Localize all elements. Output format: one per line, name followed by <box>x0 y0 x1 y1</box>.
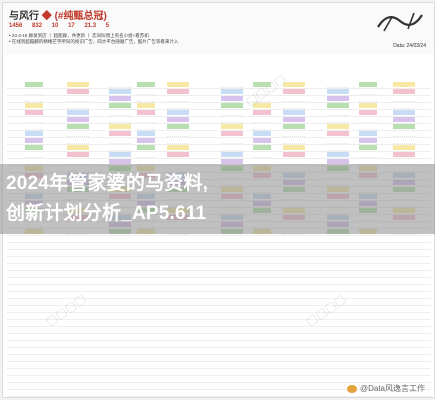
table-cell <box>327 124 349 129</box>
stats-row: 1456 832 10 17 21.3 5 <box>9 23 117 29</box>
table-cell <box>25 145 43 150</box>
table-cell <box>253 110 271 115</box>
table-cell <box>283 124 305 129</box>
table-cell <box>327 89 349 94</box>
table-cell <box>137 110 155 115</box>
title-badge: (#纯甄总冠) <box>54 11 107 22</box>
brand-logo-icon <box>377 12 423 32</box>
table-cell <box>109 124 131 129</box>
table-cell <box>109 131 131 136</box>
table-cell <box>167 82 189 87</box>
stat-4: 17 <box>68 23 75 29</box>
table-cell <box>167 89 189 94</box>
table-cell <box>359 110 377 115</box>
table-cell <box>221 89 243 94</box>
stat-1: 1456 <box>9 23 23 29</box>
table-cell <box>283 110 305 115</box>
table-cell <box>221 124 243 129</box>
table-cell <box>25 103 43 108</box>
stat-6: 5 <box>105 23 110 29</box>
table-cell <box>167 110 189 115</box>
table-cell <box>327 96 349 101</box>
table-cell <box>283 152 305 157</box>
table-cell <box>327 131 349 136</box>
overlay-line-2: 创新计划分析_AP5.611 <box>6 203 207 224</box>
table-cell <box>253 145 271 150</box>
table-cell <box>67 117 89 122</box>
overlay-line-1: 2024年管家婆的马资料, <box>6 173 209 194</box>
title-prefix: 与风行 <box>9 11 39 22</box>
note-line-2: • 在线到超蹦麟的精椿芒宇所同的视识广告，四大平台随顺广告，酷片广告等看来计入 <box>9 39 179 44</box>
table-cell <box>221 103 243 108</box>
table-cell <box>393 89 415 94</box>
table-cell <box>359 82 377 87</box>
table-cell <box>393 152 415 157</box>
stat-2: 832 <box>32 23 43 29</box>
table-cell <box>167 152 189 157</box>
table-cell <box>221 152 243 157</box>
table-cell <box>393 82 415 87</box>
table-cell <box>25 82 43 87</box>
table-cell <box>137 138 155 143</box>
table-cell <box>253 138 271 143</box>
table-cell <box>109 103 131 108</box>
table-cell <box>393 145 415 150</box>
table-row <box>7 396 431 397</box>
table-cell <box>167 145 189 150</box>
table-cell <box>137 145 155 150</box>
table-cell <box>283 89 305 94</box>
weibo-label: @Data风逸言工作 <box>359 384 425 393</box>
table-cell <box>359 145 377 150</box>
table-cell <box>393 110 415 115</box>
table-cell <box>109 96 131 101</box>
table-cell <box>327 103 349 108</box>
table-cell <box>67 124 89 129</box>
table-cell <box>167 117 189 122</box>
table-cell <box>67 110 89 115</box>
table-cell <box>137 131 155 136</box>
table-cell <box>359 103 377 108</box>
table-cell <box>109 89 131 94</box>
table-cell <box>283 145 305 150</box>
table-cell <box>25 138 43 143</box>
table-cell <box>67 89 89 94</box>
weibo-icon <box>346 384 357 393</box>
table-cell <box>253 131 271 136</box>
table-cell <box>137 82 155 87</box>
table-cell <box>67 82 89 87</box>
table-cell <box>67 152 89 157</box>
title-overlay: 2024年管家婆的马资料, 创新计划分析_AP5.611 <box>0 164 435 234</box>
date-label: Data: 24/03/24 <box>393 43 426 49</box>
sheet-title: 与风行 ◆ (#纯甄总冠) <box>9 7 107 22</box>
table-cell <box>25 131 43 136</box>
table-cell <box>393 117 415 122</box>
table-cell <box>359 138 377 143</box>
sheet-header: 与风行 ◆ (#纯甄总冠) 1456 832 10 17 21.3 5 • 24… <box>3 3 434 55</box>
table-cell <box>283 117 305 122</box>
table-cell <box>25 110 43 115</box>
diamond-icon: ◆ <box>41 11 52 22</box>
table-cell <box>67 145 89 150</box>
table-cell <box>109 152 131 157</box>
table-cell <box>137 103 155 108</box>
notes-block: • 24-3-18 群发到店 丨 超能群，共更新 丨 恋间叫博上有名小组+看苏如… <box>9 33 178 45</box>
table-cell <box>221 96 243 101</box>
table-cell <box>221 131 243 136</box>
table-cell <box>359 131 377 136</box>
table-cell <box>393 124 415 129</box>
stat-3: 10 <box>51 23 59 29</box>
stat-5: 21.3 <box>84 23 97 29</box>
table-cell <box>327 152 349 157</box>
table-cell <box>167 124 189 129</box>
weibo-credit: @Data风逸言工作 <box>346 383 425 394</box>
